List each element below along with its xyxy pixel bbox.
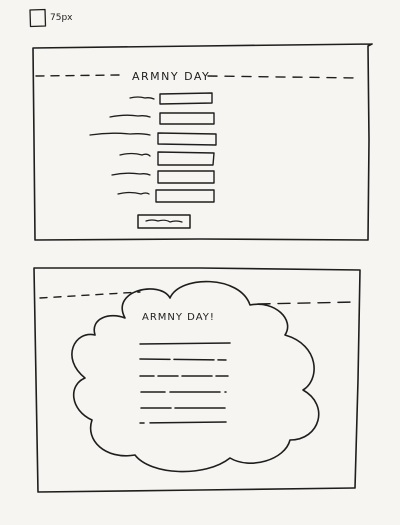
field-label bbox=[89, 132, 151, 136]
form bbox=[89, 92, 217, 203]
text-line bbox=[139, 342, 231, 345]
text-input[interactable] bbox=[157, 132, 217, 146]
field-label bbox=[117, 191, 150, 195]
header-dashes-left bbox=[39, 291, 141, 299]
text-input[interactable] bbox=[155, 189, 215, 203]
text-input[interactable] bbox=[159, 92, 213, 105]
text-input[interactable] bbox=[157, 151, 215, 166]
cloud-title: ARMNY DAY! bbox=[142, 312, 215, 323]
field-label bbox=[109, 114, 151, 118]
wireframe-1: ARMNY DAY bbox=[32, 43, 373, 241]
page-title: ARMNY DAY bbox=[132, 70, 210, 83]
size-label: 75px bbox=[50, 13, 73, 23]
wireframe-2: ARMNY DAY! bbox=[33, 267, 361, 493]
cloud-text-lines bbox=[139, 342, 231, 424]
text-line bbox=[139, 358, 227, 361]
field-label bbox=[119, 152, 151, 157]
wireframe-sketch: 75px ARMNY DAY ARMNY DAY! bbox=[29, 8, 373, 493]
size-legend: 75px bbox=[29, 8, 73, 28]
submit-button[interactable] bbox=[137, 214, 191, 229]
field-label bbox=[111, 172, 151, 176]
button-label-scribble bbox=[145, 219, 183, 223]
header-dashes-right bbox=[207, 75, 361, 79]
header-dashes-right bbox=[257, 301, 357, 305]
header-dashes-left bbox=[35, 74, 121, 77]
field-label bbox=[129, 96, 155, 100]
text-input[interactable] bbox=[157, 170, 215, 184]
text-input[interactable] bbox=[159, 112, 215, 125]
text-line bbox=[139, 421, 227, 424]
size-square-icon bbox=[29, 8, 47, 28]
